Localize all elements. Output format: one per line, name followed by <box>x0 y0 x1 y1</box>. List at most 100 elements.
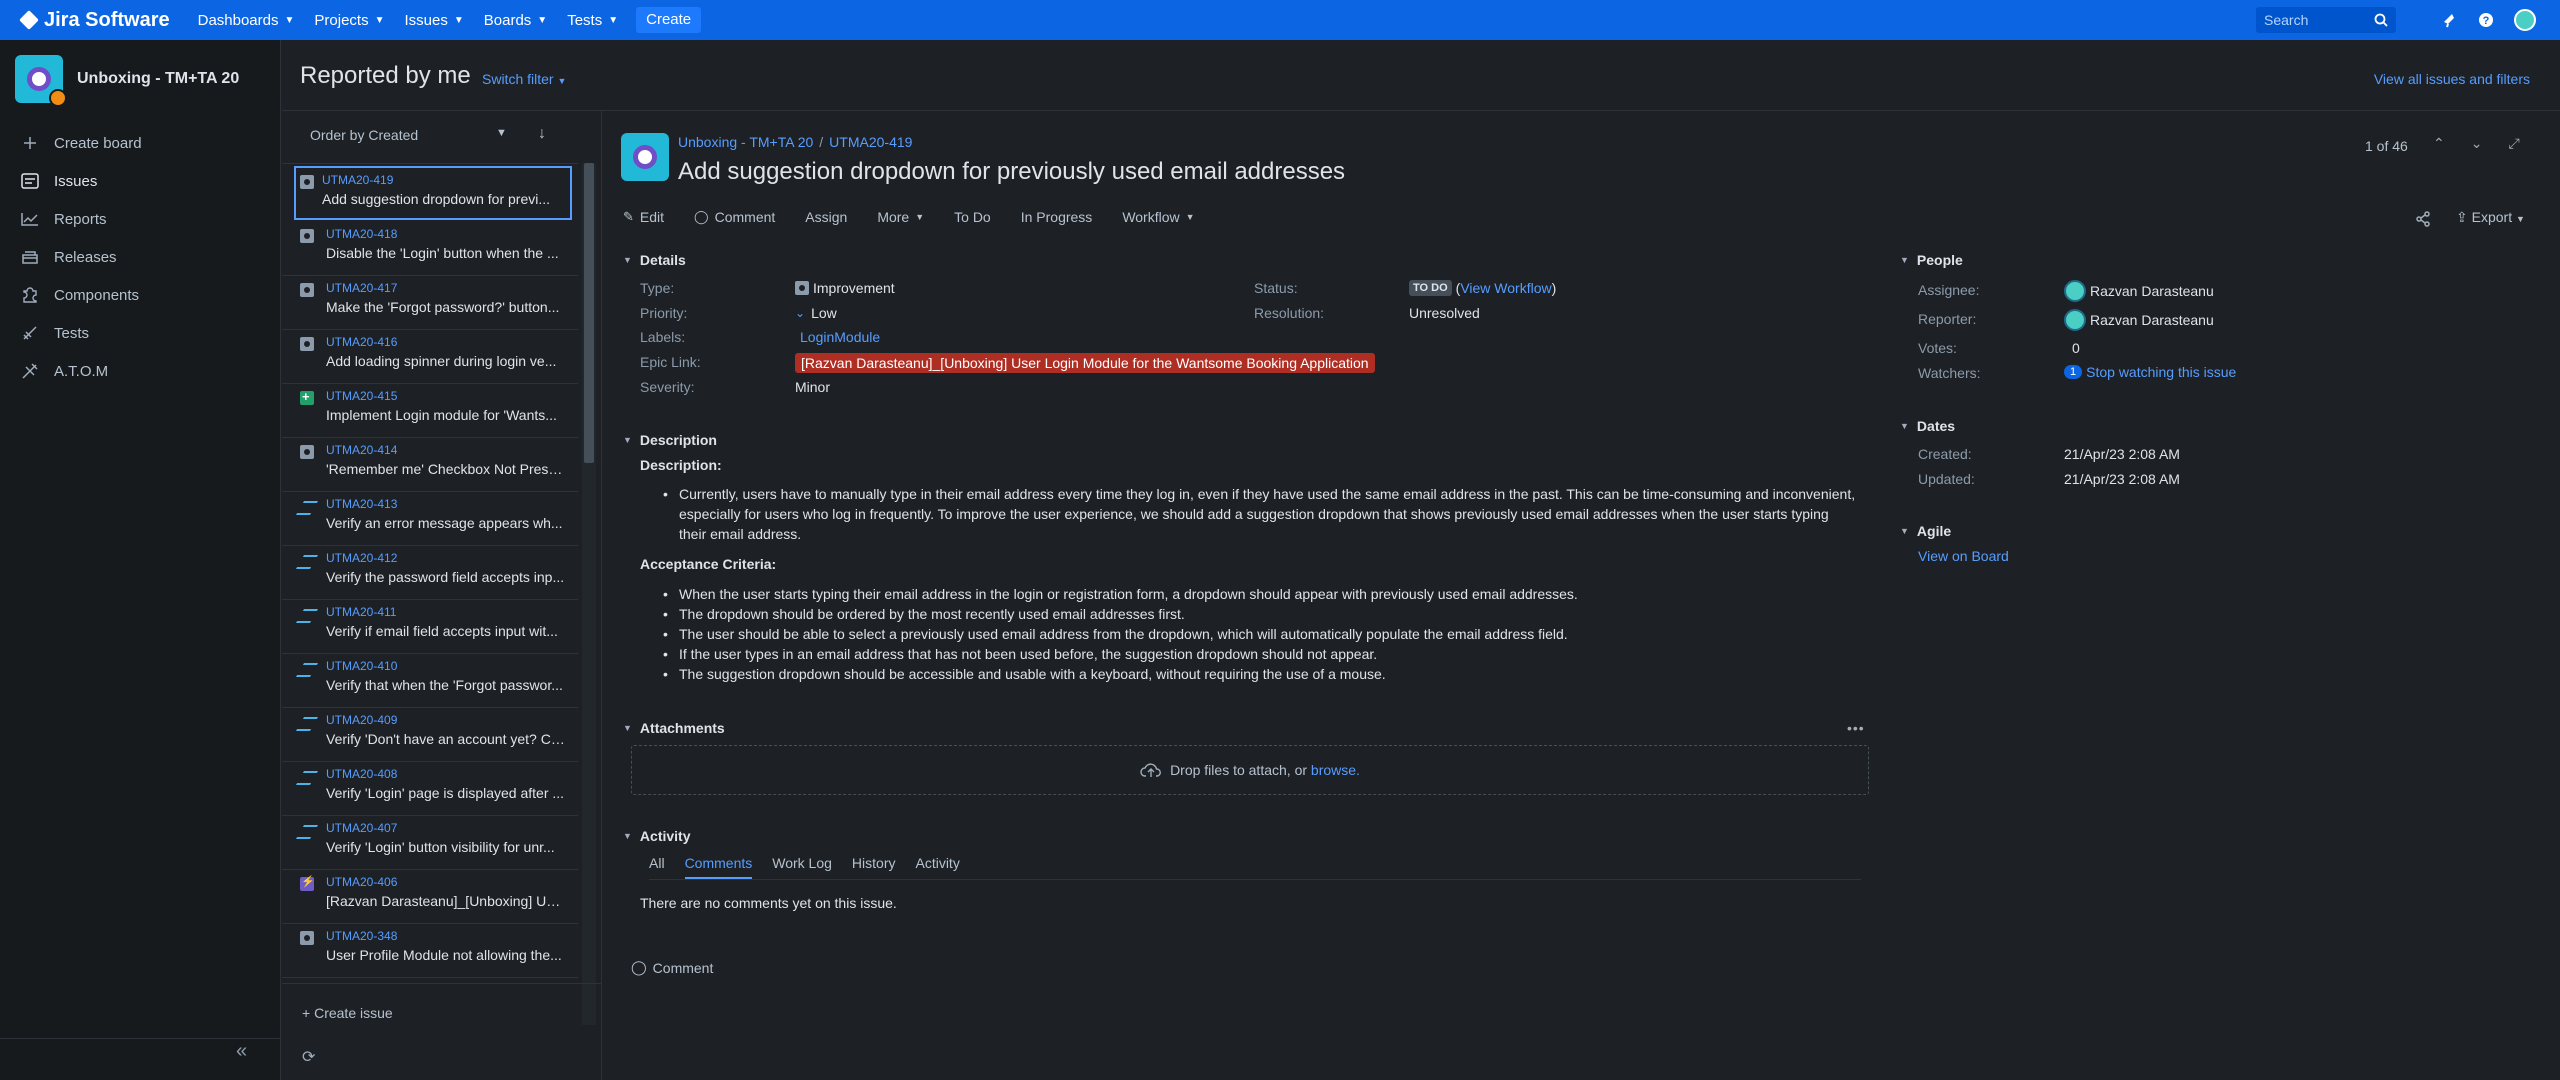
issue-key[interactable]: UTMA20-407 <box>326 821 570 835</box>
add-comment-button[interactable]: ◯ Comment <box>631 959 713 976</box>
issue-list-row[interactable]: UTMA20-411 Verify if email field accepts … <box>282 600 578 654</box>
issue-list-row[interactable]: UTMA20-416 Add loading spinner during log… <box>282 330 578 384</box>
order-by-dropdown[interactable]: Order by Created <box>310 127 418 143</box>
issue-list-row[interactable]: UTMA20-413 Verify an error message appear… <box>282 492 578 546</box>
share-icon[interactable] <box>2415 211 2431 227</box>
sidebar-item-reports[interactable]: Reports <box>0 200 280 238</box>
export-button[interactable]: ⇪ Export ▼ <box>2456 209 2525 226</box>
nav-tests[interactable]: Tests ▼ <box>557 0 628 40</box>
issue-key[interactable]: UTMA20-406 <box>326 875 570 889</box>
search-input[interactable]: Search <box>2256 7 2396 33</box>
next-issue-icon[interactable]: ⌄ <box>2471 135 2483 152</box>
label-link[interactable]: LoginModule <box>800 329 880 345</box>
reporter-value[interactable]: Razvan Darasteanu <box>2064 309 2214 331</box>
description-section-toggle[interactable]: ▼ Description <box>623 432 717 448</box>
project-avatar <box>621 133 669 181</box>
issue-list-row[interactable]: UTMA20-414 'Remember me' Checkbox Not Pre… <box>282 438 578 492</box>
assignee-value[interactable]: Razvan Darasteanu <box>2064 280 2214 302</box>
issue-list-row[interactable]: UTMA20-412 Verify the password field acce… <box>282 546 578 600</box>
issue-key[interactable]: UTMA20-419 <box>322 173 562 187</box>
switch-filter-button[interactable]: Switch filter ▼ <box>482 71 566 87</box>
notifications-icon[interactable] <box>2442 12 2458 28</box>
sidebar-item-atom[interactable]: A.T.O.M <box>0 352 280 390</box>
more-button[interactable]: More ▼ <box>877 209 924 225</box>
attachment-dropzone[interactable]: Drop files to attach, or browse. <box>631 745 1869 795</box>
tab-all[interactable]: All <box>649 855 665 879</box>
issue-key[interactable]: UTMA20-418 <box>326 227 570 241</box>
issue-list-row[interactable]: UTMA20-419 Add suggestion dropdown for pr… <box>294 166 572 220</box>
comment-button[interactable]: ◯ Comment <box>694 209 775 225</box>
tab-work-log[interactable]: Work Log <box>772 855 832 879</box>
more-options-icon[interactable]: ••• <box>1847 720 1865 736</box>
tab-activity[interactable]: Activity <box>915 855 959 879</box>
edit-button[interactable]: ✎ Edit <box>623 209 664 225</box>
create-button[interactable]: Create <box>636 7 702 33</box>
people-section-toggle[interactable]: ▼ People <box>1900 252 1963 268</box>
sort-direction-icon[interactable]: ↓ <box>538 125 546 143</box>
nav-dashboards[interactable]: Dashboards ▼ <box>188 0 305 40</box>
issue-key[interactable]: UTMA20-416 <box>326 335 570 349</box>
issue-summary: Add loading spinner during login ve... <box>326 353 557 369</box>
issue-key[interactable]: UTMA20-410 <box>326 659 570 673</box>
chevron-down-icon[interactable]: ▼ <box>496 127 507 139</box>
stop-watching-link[interactable]: Stop watching this issue <box>2086 364 2236 380</box>
breadcrumb-project-link[interactable]: Unboxing - TM+TA 20 <box>678 134 813 150</box>
project-name: Unboxing - TM+TA 20 <box>77 70 240 87</box>
issue-key[interactable]: UTMA20-411 <box>326 605 570 619</box>
agile-section-toggle[interactable]: ▼ Agile <box>1900 523 1951 539</box>
watchers-count-badge[interactable]: 1 <box>2064 365 2083 379</box>
in-progress-button[interactable]: In Progress <box>1021 209 1093 225</box>
issue-key[interactable]: UTMA20-409 <box>326 713 570 727</box>
activity-section-toggle[interactable]: ▼ Activity <box>623 828 691 844</box>
issue-list-row[interactable]: UTMA20-409 Verify 'Don't have an account … <box>282 708 578 762</box>
votes-value[interactable]: 0 <box>2072 340 2080 356</box>
issue-list-row[interactable]: UTMA20-410 Verify that when the 'Forgot p… <box>282 654 578 708</box>
issue-list-row[interactable]: UTMA20-408 Verify 'Login' page is display… <box>282 762 578 816</box>
epic-lozenge[interactable]: [Razvan Darasteanu]_[Unboxing] User Logi… <box>795 353 1375 373</box>
breadcrumb-issue-key[interactable]: UTMA20-419 <box>829 134 912 150</box>
browse-link[interactable]: browse. <box>1311 762 1360 778</box>
sidebar-item-tests[interactable]: Tests <box>0 314 280 352</box>
nav-boards[interactable]: Boards ▼ <box>474 0 557 40</box>
assign-button[interactable]: Assign <box>805 209 847 225</box>
issue-list-row[interactable]: UTMA20-415 Implement Login module for 'Wa… <box>282 384 578 438</box>
issue-list-row[interactable]: UTMA20-406 [Razvan Darasteanu]_[Unboxing]… <box>282 870 578 924</box>
issue-key[interactable]: UTMA20-414 <box>326 443 570 457</box>
details-section-toggle[interactable]: ▼ Details <box>623 252 686 268</box>
issue-key[interactable]: UTMA20-412 <box>326 551 570 565</box>
create-issue-button[interactable]: + Create issue <box>302 1005 393 1021</box>
sidebar-item-releases[interactable]: Releases <box>0 238 280 276</box>
issue-key[interactable]: UTMA20-413 <box>326 497 570 511</box>
previous-issue-icon[interactable]: ⌃ <box>2433 135 2445 152</box>
view-on-board-link[interactable]: View on Board <box>1918 548 2009 564</box>
tab-history[interactable]: History <box>852 855 896 879</box>
workflow-button[interactable]: Workflow ▼ <box>1122 209 1194 225</box>
sidebar-item-components[interactable]: Components <box>0 276 280 314</box>
view-all-issues-link[interactable]: View all issues and filters <box>2374 71 2530 87</box>
nav-projects[interactable]: Projects ▼ <box>304 0 394 40</box>
refresh-icon[interactable]: ⟳ <box>302 1047 315 1067</box>
scrollbar-thumb[interactable] <box>584 163 594 463</box>
expand-icon[interactable]: ⤢ <box>2508 135 2519 152</box>
issue-key[interactable]: UTMA20-348 <box>326 929 570 943</box>
user-avatar[interactable] <box>2514 9 2536 31</box>
issue-list-row[interactable]: UTMA20-417 Make the 'Forgot password?' bu… <box>282 276 578 330</box>
collapse-sidebar-icon[interactable]: « <box>236 1040 247 1063</box>
issue-list-row[interactable]: UTMA20-407 Verify 'Login' button visibili… <box>282 816 578 870</box>
nav-issues[interactable]: Issues ▼ <box>395 0 474 40</box>
issue-key[interactable]: UTMA20-417 <box>326 281 570 295</box>
view-workflow-link[interactable]: View Workflow <box>1460 280 1551 296</box>
sidebar-item-issues[interactable]: Issues <box>0 162 280 200</box>
issue-list-row[interactable]: UTMA20-418 Disable the 'Login' button whe… <box>282 222 578 276</box>
dates-section-toggle[interactable]: ▼ Dates <box>1900 418 1955 434</box>
tab-comments[interactable]: Comments <box>684 855 753 879</box>
attachments-section-toggle[interactable]: ▼ Attachments <box>623 720 725 736</box>
issue-key[interactable]: UTMA20-408 <box>326 767 570 781</box>
help-icon[interactable]: ? <box>2478 12 2494 28</box>
issue-list-row[interactable]: UTMA20-348 User Profile Module not allowi… <box>282 924 578 978</box>
to-do-button[interactable]: To Do <box>954 209 991 225</box>
issue-key[interactable]: UTMA20-415 <box>326 389 570 403</box>
jira-logo[interactable]: Jira Software <box>19 9 170 32</box>
sidebar-item-create-board[interactable]: Create board <box>0 124 280 162</box>
project-header[interactable]: Unboxing - TM+TA 20 <box>0 40 280 118</box>
